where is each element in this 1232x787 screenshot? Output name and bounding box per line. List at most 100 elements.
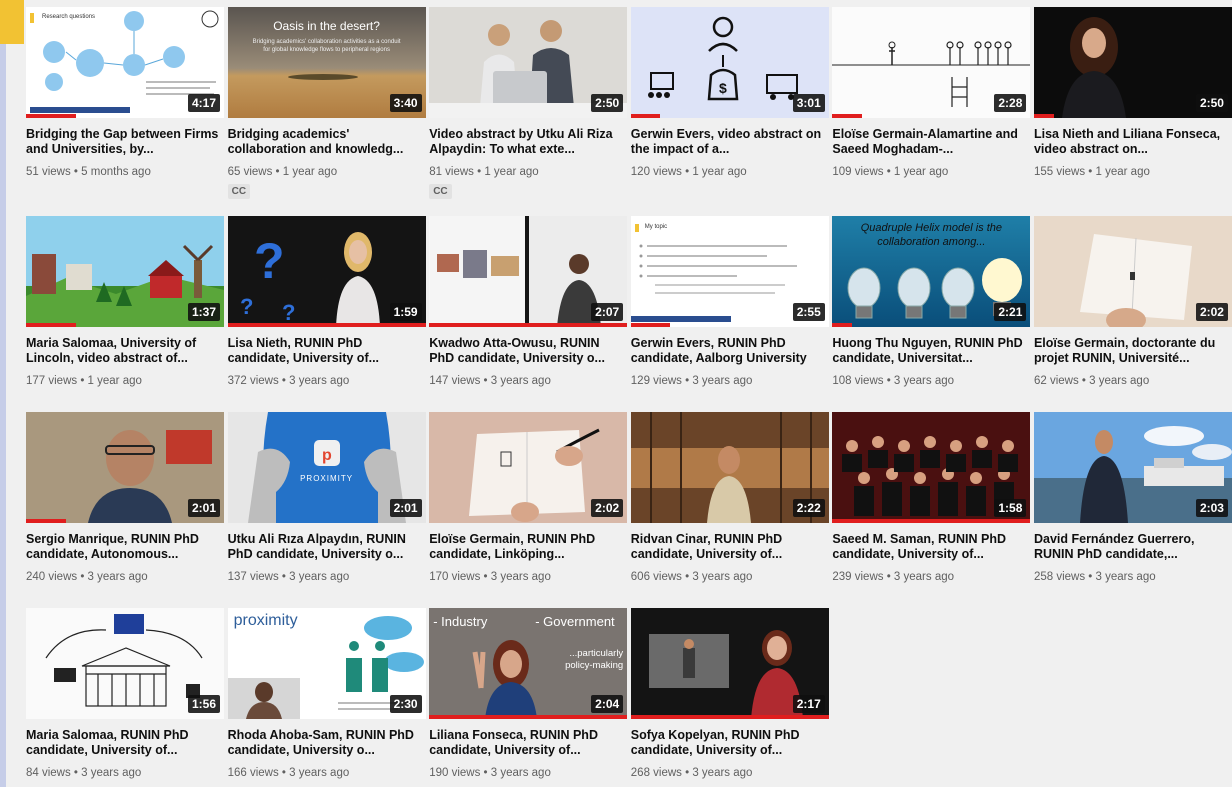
frame-corner-accent [0,0,24,44]
slide-subtitle: Bridging academics' collaboration activi… [252,39,401,45]
video-title[interactable]: Eloïse Germain, doctorante du projet RUN… [1034,336,1232,366]
video-title[interactable]: Gerwin Evers, video abstract on the impa… [631,127,829,157]
video-thumbnail[interactable]: 2:02 [1033,216,1232,327]
video-title[interactable]: Gerwin Evers, RUNIN PhD candidate, Aalbo… [631,336,829,366]
video-thumbnail[interactable]: 2:50 [429,7,628,118]
video-title[interactable]: Sofya Kopelyan, RUNIN PhD candidate, Uni… [631,728,829,758]
video-title[interactable]: Maria Salomaa, RUNIN PhD candidate, Univ… [26,728,224,758]
video-thumbnail[interactable]: 2:03 [1033,412,1232,523]
video-title[interactable]: Huong Thu Nguyen, RUNIN PhD candidate, U… [832,336,1030,366]
duration-badge: 1:56 [187,695,220,713]
video-thumbnail[interactable]: Quadruple Helix model is the collaborati… [832,216,1031,327]
video-card[interactable]: 2:22 Ridvan Cinar, RUNIN PhD candidate, … [630,412,829,608]
video-thumbnail[interactable]: 2:17 [630,608,829,719]
slide-heading: Research questions [42,14,96,20]
video-card[interactable]: Quadruple Helix model is the collaborati… [832,216,1031,412]
watch-progress-bar [26,114,76,118]
video-thumbnail[interactable]: ? ? ? 1:59 [227,216,426,327]
video-thumbnail[interactable]: p PROXIMITY 2:01 [227,412,426,523]
video-card[interactable]: 2:01 Sergio Manrique, RUNIN PhD candidat… [26,412,224,608]
video-card[interactable]: 2:02 Eloïse Germain, doctorante du proje… [1033,216,1232,412]
video-title[interactable]: Eloïse Germain-Alamartine and Saeed Mogh… [832,127,1030,157]
video-title[interactable]: Eloïse Germain, RUNIN PhD candidate, Lin… [429,532,627,562]
video-thumbnail[interactable]: 1:58 [832,412,1031,523]
slide-heading: PROXIMITY [300,474,354,483]
video-thumbnail[interactable]: 1:37 [26,216,224,327]
slide-text: policy-making [565,660,624,671]
video-card[interactable]: My topic 2:55 Gerwin Evers, RUNIN PhD ca… [630,216,829,412]
video-card[interactable]: $ 3:01 Gerwin Evers, video abstract on t… [630,7,829,216]
slide-heading-2: collaboration among... [877,236,986,248]
slide-heading: proximity [233,612,298,629]
video-card[interactable]: Oasis in the desert? Bridging academics'… [227,7,426,216]
video-thumbnail[interactable]: My topic 2:55 [630,216,829,327]
video-thumbnail[interactable]: proximity 2:30 [227,608,426,719]
video-card[interactable]: 2:28 Eloïse Germain-Alamartine and Saeed… [832,7,1031,216]
video-thumbnail[interactable]: 2:22 [630,412,829,523]
duration-badge: 1:58 [994,499,1027,517]
video-card[interactable]: 2:02 Eloïse Germain, RUNIN PhD candidate… [429,412,628,608]
duration-badge: 4:17 [187,94,220,112]
video-title[interactable]: David Fernández Guerrero, RUNIN PhD cand… [1034,532,1232,562]
video-thumbnail[interactable]: 2:50 [1033,7,1232,118]
video-card[interactable]: 1:37 Maria Salomaa, University of Lincol… [26,216,224,412]
video-title[interactable]: Saeed M. Saman, RUNIN PhD candidate, Uni… [832,532,1030,562]
video-meta: 108 views • 3 years ago [832,375,955,387]
video-meta: 109 views • 1 year ago [832,166,949,178]
video-thumbnail[interactable]: 2:02 [429,412,628,523]
video-card[interactable]: 2:07 Kwadwo Atta-Owusu, RUNIN PhD candid… [429,216,628,412]
video-meta: 372 views • 3 years ago [227,375,350,387]
duration-badge: 2:07 [591,303,624,321]
video-title[interactable]: Sergio Manrique, RUNIN PhD candidate, Au… [26,532,224,562]
video-thumbnail[interactable]: 2:01 [26,412,224,523]
video-meta: 239 views • 3 years ago [832,571,955,583]
video-thumbnail[interactable]: Research questions 4:17 [26,7,224,118]
video-thumbnail[interactable]: Oasis in the desert? Bridging academics'… [227,7,426,118]
video-title[interactable]: Bridging academics' collaboration and kn… [228,127,426,157]
video-title[interactable]: Video abstract by Utku Ali Riza Alpaydin… [429,127,627,157]
video-card[interactable]: ? ? ? 1:59 Lisa Nieth, RUNIN PhD candida… [227,216,426,412]
video-thumbnail[interactable]: 2:07 [429,216,628,327]
video-card[interactable]: 1:58 Saeed M. Saman, RUNIN PhD candidate… [832,412,1031,608]
video-card[interactable]: proximity 2:30 Rhoda Ahoba-Sam, RUNIN Ph… [227,608,426,783]
video-card[interactable]: 1:56 Maria Salomaa, RUNIN PhD candidate,… [26,608,224,783]
watch-progress-bar [429,715,628,719]
video-title[interactable]: Kwadwo Atta-Owusu, RUNIN PhD candidate, … [429,336,627,366]
video-title[interactable]: Utku Ali Rıza Alpaydın, RUNIN PhD candid… [228,532,426,562]
duration-badge: 2:02 [1195,303,1228,321]
video-meta: 606 views • 3 years ago [630,571,753,583]
video-card[interactable]: 2:17 Sofya Kopelyan, RUNIN PhD candidate… [630,608,829,783]
video-title[interactable]: Lisa Nieth, RUNIN PhD candidate, Univers… [228,336,426,366]
video-card[interactable]: Research questions 4:17 Bridging the Gap… [26,7,224,216]
video-thumbnail[interactable]: $ 3:01 [630,7,829,118]
video-card[interactable]: - Industry - Government ...particularly … [429,608,628,783]
video-title[interactable]: Liliana Fonseca, RUNIN PhD candidate, Un… [429,728,627,758]
video-title[interactable]: Ridvan Cinar, RUNIN PhD candidate, Unive… [631,532,829,562]
video-meta: 190 views • 3 years ago [429,767,551,779]
video-card[interactable]: 2:50 Lisa Nieth and Liliana Fonseca, vid… [1033,7,1232,216]
svg-text:$: $ [719,80,727,96]
video-card[interactable]: p PROXIMITY 2:01 Utku Ali Rıza Alpaydın,… [227,412,426,608]
watch-progress-bar [832,323,853,327]
video-title[interactable]: Lisa Nieth and Liliana Fonseca, video ab… [1034,127,1232,157]
watch-progress-bar [227,323,426,327]
slide-heading: My topic [644,224,668,230]
video-meta: 268 views • 3 years ago [630,767,753,779]
duration-badge: 2:17 [792,695,825,713]
duration-badge: 1:59 [389,303,422,321]
video-title[interactable]: Bridging the Gap between Firms and Unive… [26,127,224,157]
video-thumbnail[interactable]: - Industry - Government ...particularly … [429,608,628,719]
video-meta: 170 views • 3 years ago [429,571,551,583]
video-card[interactable]: 2:03 David Fernández Guerrero, RUNIN PhD… [1033,412,1232,608]
video-thumbnail[interactable]: 1:56 [26,608,224,719]
video-title[interactable]: Rhoda Ahoba-Sam, RUNIN PhD candidate, Un… [228,728,426,758]
duration-badge: 2:01 [187,499,220,517]
video-card[interactable]: 2:50 Video abstract by Utku Ali Riza Alp… [429,7,628,216]
video-meta: 258 views • 3 years ago [1033,571,1156,583]
svg-text:p: p [322,447,332,464]
video-meta: 51 views • 5 months ago [26,166,151,178]
video-title[interactable]: Maria Salomaa, University of Lincoln, vi… [26,336,224,366]
duration-badge: 2:22 [792,499,825,517]
video-thumbnail[interactable]: 2:28 [832,7,1031,118]
video-meta: 155 views • 1 year ago [1033,166,1150,178]
